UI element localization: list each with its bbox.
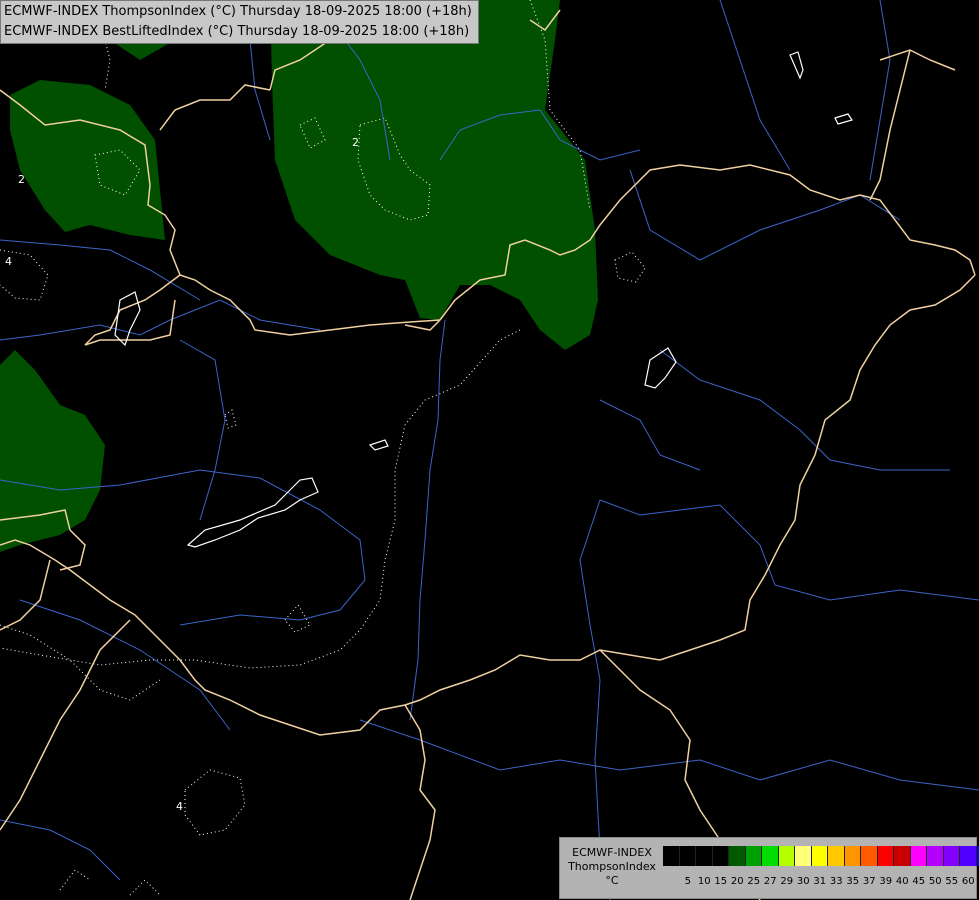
map-title-box: ECMWF-INDEX ThompsonIndex (°C) Thursday …: [0, 0, 479, 44]
legend-label: ECMWF-INDEX ThompsonIndex °C: [564, 846, 660, 888]
legend-tick-label: 20: [730, 876, 744, 887]
legend-swatch: [960, 846, 977, 866]
legend-swatch: [844, 846, 861, 866]
legend-ticks: 5 10 15 20 25 27 29 30 31 33 35 37 39 40 45 50 55 60: [663, 876, 977, 888]
contour-label: 4: [176, 800, 183, 813]
legend-model: ECMWF-INDEX: [572, 846, 652, 859]
legend-tick-label: 10: [697, 876, 711, 887]
legend-tick-spacer: [663, 876, 680, 888]
title-thompson-index: ECMWF-INDEX ThompsonIndex (°C) Thursday …: [4, 4, 472, 19]
legend-tick-label: 37: [862, 876, 876, 887]
legend-tick-label: 33: [829, 876, 843, 887]
legend-tick-label: 55: [945, 876, 959, 887]
legend-tick-label: 25: [747, 876, 761, 887]
legend-tick-label: 40: [895, 876, 909, 887]
legend-swatch: [745, 846, 762, 866]
legend-swatch: [894, 846, 911, 866]
contour-label: 2: [18, 173, 25, 186]
legend-swatch: [861, 846, 878, 866]
legend-tick-label: 5: [684, 876, 691, 887]
legend-swatch: [910, 846, 927, 866]
legend-swatch: [712, 846, 729, 866]
legend-swatch: [927, 846, 944, 866]
legend-tick-label: 31: [813, 876, 827, 887]
contour-label: 4: [5, 255, 12, 268]
legend-swatch: [811, 846, 828, 866]
legend-tick-label: 39: [879, 876, 893, 887]
legend-tick-label: 27: [763, 876, 777, 887]
legend-swatch: [663, 846, 680, 866]
legend-swatch: [696, 846, 713, 866]
legend-swatch: [778, 846, 795, 866]
legend-tick-label: 15: [714, 876, 728, 887]
color-legend: ECMWF-INDEX ThompsonIndex °C 5 10 15 20 25 27…: [559, 837, 979, 899]
legend-tick-label: 50: [928, 876, 942, 887]
legend-tick-label: 60: [961, 876, 975, 887]
legend-swatch: [828, 846, 845, 866]
legend-tick-label: 45: [912, 876, 926, 887]
legend-swatch: [877, 846, 894, 866]
legend-swatch: [795, 846, 812, 866]
legend-tick-label: 35: [846, 876, 860, 887]
legend-swatch: [679, 846, 696, 866]
legend-unit: °C: [605, 874, 619, 887]
legend-tick-label: 29: [780, 876, 794, 887]
title-best-lifted-index: ECMWF-INDEX BestLiftedIndex (°C) Thursda…: [4, 24, 470, 39]
legend-swatch: [729, 846, 746, 866]
legend-swatches: [663, 846, 979, 866]
legend-swatch: [943, 846, 960, 866]
legend-swatch: [762, 846, 779, 866]
legend-parameter: ThompsonIndex: [568, 860, 656, 873]
weather-map: 2 2 4 4: [0, 0, 979, 900]
contour-label: 2: [352, 136, 359, 149]
legend-tick-label: 30: [796, 876, 810, 887]
